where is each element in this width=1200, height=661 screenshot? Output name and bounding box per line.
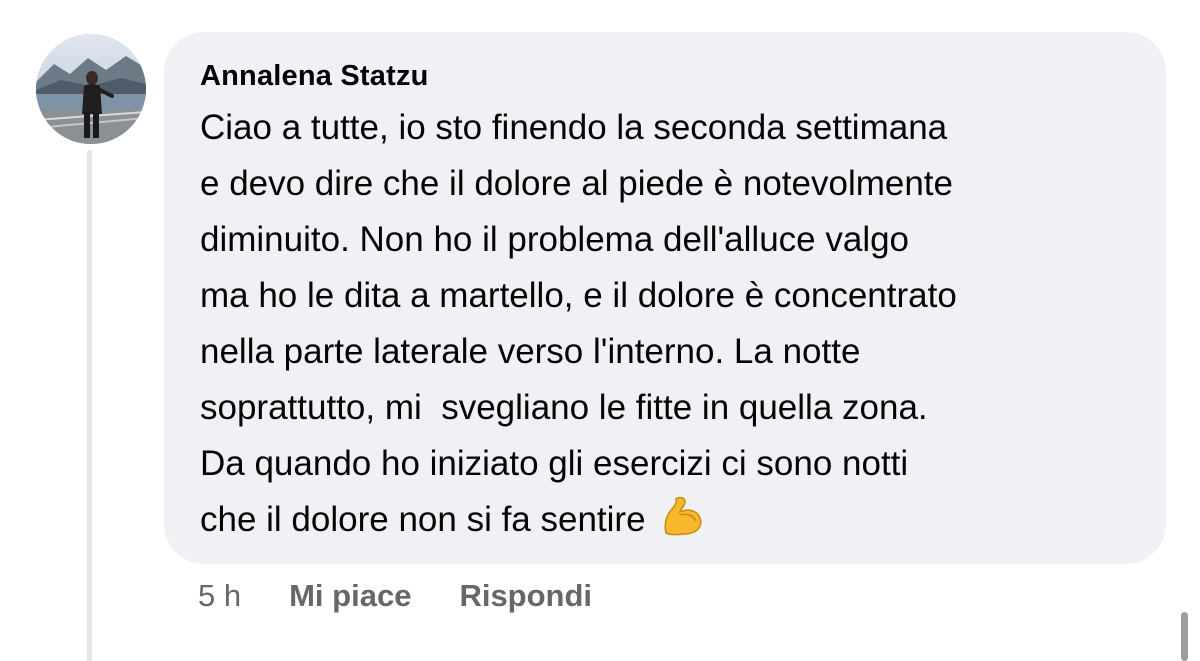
- avatar-photo: [36, 34, 146, 144]
- thread-line: [87, 150, 92, 661]
- comment-line: Ciao a tutte, io sto finendo la seconda …: [200, 108, 948, 147]
- comment-bubble: Annalena Statzu Ciao a tutte, io sto fin…: [164, 32, 1166, 564]
- reply-button[interactable]: Rispondi: [459, 578, 592, 614]
- comment-last-line: che il dolore non si fa sentire: [200, 492, 1130, 554]
- like-button[interactable]: Mi piace: [289, 578, 411, 614]
- comment-line: ma ho le dita a martello, e il dolore è …: [200, 276, 957, 315]
- comment-line: soprattutto, mi svegliano le fitte in qu…: [200, 388, 928, 427]
- comment-line: e devo dire che il dolore al piede è not…: [200, 164, 953, 203]
- comment-line: diminuito. Non ho il problema dell'alluc…: [200, 220, 910, 259]
- comment-line: nella parte laterale verso l'interno. La…: [200, 332, 861, 371]
- comment-timestamp: 5 h: [198, 578, 242, 613]
- comment-line: Da quando ho iniziato gli esercizi ci so…: [200, 444, 909, 483]
- flexed-biceps-icon: [660, 495, 704, 554]
- avatar[interactable]: [36, 34, 146, 144]
- scrollbar[interactable]: [1181, 612, 1188, 661]
- comment-text: Ciao a tutte, io sto finendo la seconda …: [200, 100, 1130, 554]
- comment-actions: 5 h Mi piace Rispondi: [198, 578, 640, 614]
- comment-author[interactable]: Annalena Statzu: [200, 58, 1130, 94]
- comment-view: Annalena Statzu Ciao a tutte, io sto fin…: [0, 0, 1200, 661]
- comment-line: che il dolore non si fa sentire: [200, 500, 646, 539]
